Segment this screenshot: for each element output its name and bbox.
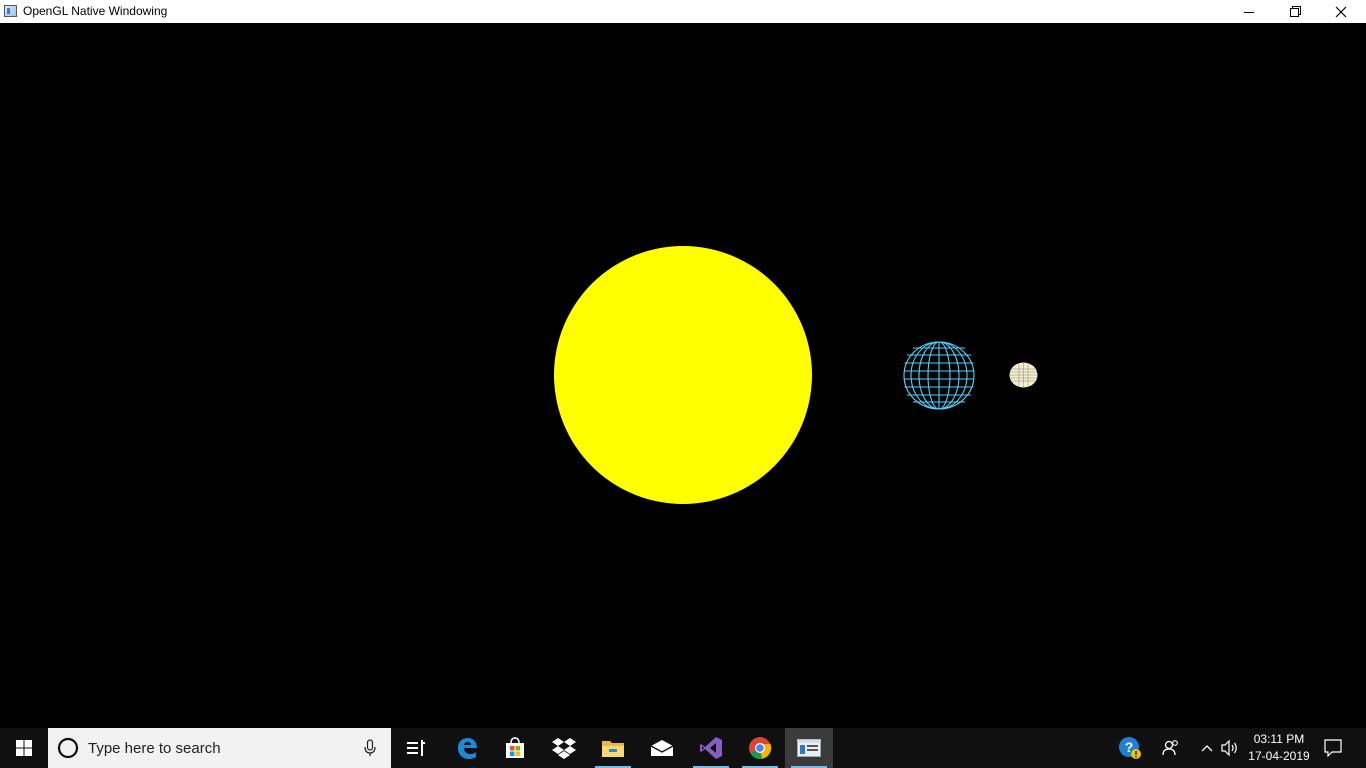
visual-studio-icon xyxy=(700,737,722,759)
edge-icon xyxy=(458,738,477,759)
mail-taskbar-button[interactable] xyxy=(638,728,686,768)
file-explorer-taskbar-button[interactable] xyxy=(589,728,637,768)
window-title: OpenGL Native Windowing xyxy=(23,4,168,18)
action-center-button[interactable] xyxy=(1318,728,1348,768)
chrome-taskbar-button[interactable] xyxy=(736,728,784,768)
show-hidden-icons-button[interactable] xyxy=(1196,728,1218,768)
minimize-button[interactable] xyxy=(1226,0,1272,23)
taskbar-clock[interactable]: 03:11 PM 17-04-2019 xyxy=(1240,731,1318,765)
window-titlebar: OpenGL Native Windowing xyxy=(0,0,1366,23)
people-tray-button[interactable] xyxy=(1155,728,1187,768)
notifications-icon xyxy=(1324,739,1342,757)
edge-taskbar-button[interactable] xyxy=(443,728,491,768)
restore-icon xyxy=(1289,6,1301,17)
start-button[interactable] xyxy=(0,728,48,768)
taskbar-search-box[interactable]: Type here to search xyxy=(48,728,391,768)
store-taskbar-button[interactable] xyxy=(491,728,539,768)
app-window-icon xyxy=(4,5,17,17)
help-tray-button[interactable]: ? xyxy=(1114,728,1146,768)
dropbox-icon xyxy=(552,738,576,759)
opengl-app-taskbar-button[interactable] xyxy=(785,728,833,768)
taskbar: Type here to search ? 03:11 PM 17-04-201… xyxy=(0,728,1366,768)
task-view-button[interactable] xyxy=(392,728,440,768)
file-explorer-icon xyxy=(602,741,624,757)
minimize-icon xyxy=(1244,11,1254,13)
chrome-icon xyxy=(749,737,772,759)
microphone-icon[interactable] xyxy=(364,739,376,757)
sun-sphere xyxy=(554,246,812,504)
close-button[interactable] xyxy=(1318,0,1364,23)
store-icon xyxy=(506,737,524,758)
close-icon xyxy=(1335,6,1347,17)
task-view-icon xyxy=(407,740,425,756)
moon-wireframe-sphere xyxy=(1009,362,1038,388)
volume-icon xyxy=(1221,740,1237,756)
windows-logo-icon xyxy=(16,740,32,756)
cortana-icon xyxy=(57,737,79,759)
dropbox-taskbar-button[interactable] xyxy=(540,728,588,768)
help-icon: ? xyxy=(1119,737,1141,759)
volume-tray-button[interactable] xyxy=(1218,728,1242,768)
chevron-up-icon xyxy=(1201,745,1213,752)
opengl-app-icon xyxy=(797,739,821,757)
restore-button[interactable] xyxy=(1272,0,1318,23)
mail-icon xyxy=(650,740,674,756)
clock-date: 17-04-2019 xyxy=(1248,749,1310,763)
clock-time: 03:11 PM xyxy=(1253,732,1305,746)
search-placeholder: Type here to search xyxy=(88,740,221,757)
people-icon xyxy=(1162,740,1178,756)
earth-wireframe-sphere xyxy=(903,341,975,410)
visual-studio-taskbar-button[interactable] xyxy=(687,728,735,768)
